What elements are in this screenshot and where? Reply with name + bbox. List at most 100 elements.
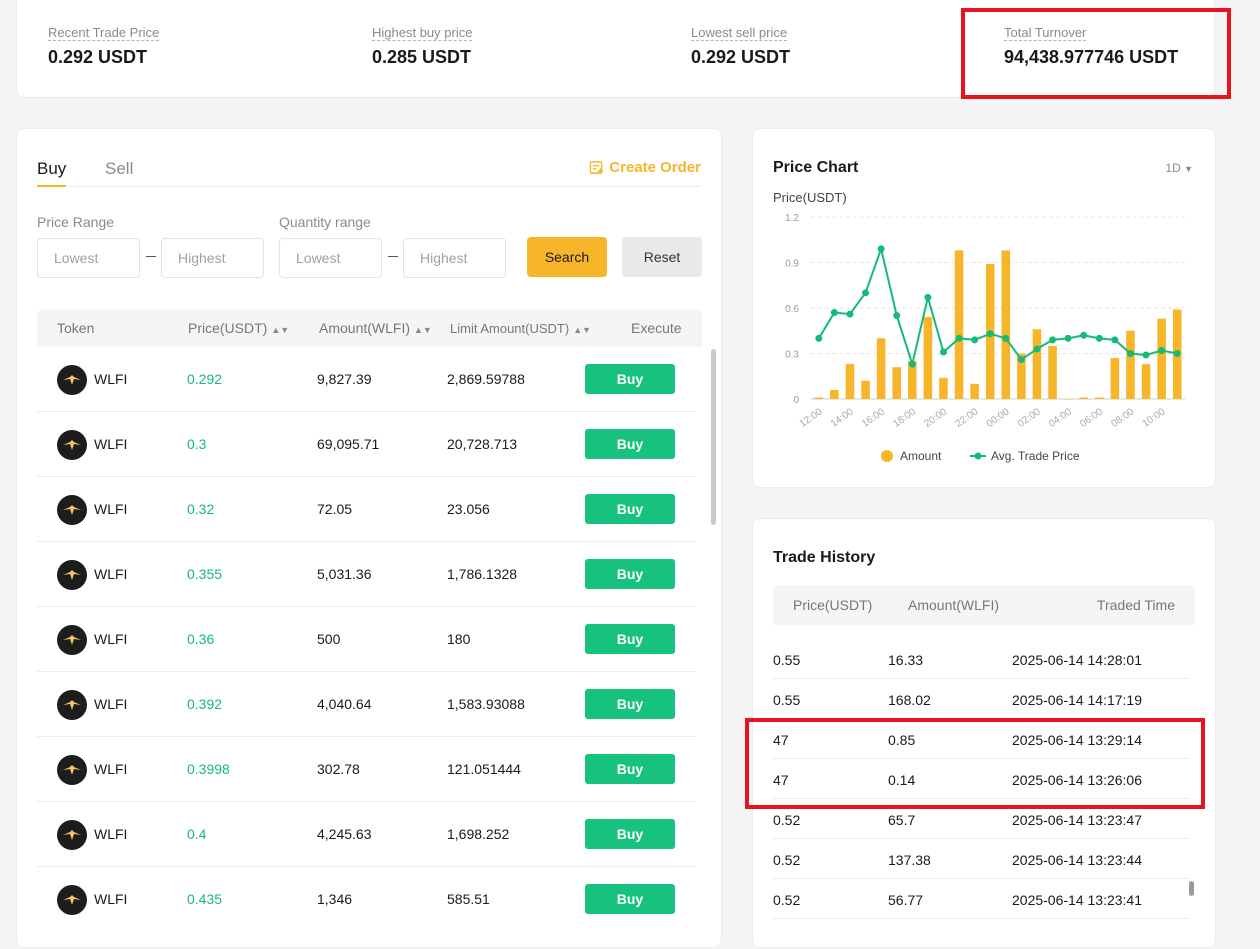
order-amount: 1,346 bbox=[317, 891, 353, 907]
avg-trade-price-point bbox=[986, 330, 994, 338]
amount-bar bbox=[1079, 397, 1088, 399]
amount-bar bbox=[1063, 399, 1073, 400]
market-stats-bar: Recent Trade Price 0.292 USDT Highest bu… bbox=[16, 0, 1215, 98]
orders-table-header: Token Price(USDT) ▲▼ Amount(WLFI) ▲▼ Limit… bbox=[37, 309, 702, 347]
x-tick-label: 12:00 bbox=[798, 406, 825, 430]
x-tick-label: 22:00 bbox=[954, 406, 981, 430]
avg-trade-price-point bbox=[830, 309, 838, 317]
chevron-down-icon: ▼ bbox=[1184, 164, 1193, 174]
order-book-panel: Buy Sell Create Order Price Range Quanti… bbox=[16, 128, 722, 948]
table-row: WLFI 0.392 4,040.64 1,583.93088 Buy bbox=[37, 672, 696, 737]
col-amount-sortable[interactable]: Amount(WLFI) ▲▼ bbox=[319, 320, 432, 336]
history-row: 47 0.85 2025-06-14 13:29:14 bbox=[773, 719, 1189, 759]
tab-buy[interactable]: Buy bbox=[37, 159, 67, 187]
highest-buy-price-label: Highest buy price bbox=[372, 25, 473, 41]
buy-button[interactable]: Buy bbox=[585, 494, 675, 524]
buy-button[interactable]: Buy bbox=[585, 884, 675, 914]
history-time: 2025-06-14 13:26:06 bbox=[1012, 772, 1142, 788]
col-limit-sortable[interactable]: Limit Amount(USDT) ▲▼ bbox=[450, 321, 591, 336]
history-price: 47 bbox=[773, 772, 789, 788]
avg-trade-price-point bbox=[1158, 346, 1166, 354]
avg-trade-price-point bbox=[893, 312, 901, 320]
buy-button[interactable]: Buy bbox=[585, 624, 675, 654]
y-tick-label: 1.2 bbox=[785, 213, 799, 224]
avg-trade-price-point bbox=[1126, 350, 1134, 357]
order-amount: 500 bbox=[317, 631, 341, 647]
table-row: WLFI 0.435 1,346 585.51 Buy bbox=[37, 867, 696, 927]
recent-trade-price-label: Recent Trade Price bbox=[48, 25, 160, 41]
buy-button[interactable]: Buy bbox=[585, 429, 675, 459]
table-row: WLFI 0.4 4,245.63 1,698.252 Buy bbox=[37, 802, 696, 867]
legend-avg-price-label: Avg. Trade Price bbox=[991, 449, 1080, 463]
token-name: WLFI bbox=[94, 566, 128, 582]
history-price: 0.52 bbox=[773, 812, 801, 828]
total-turnover-label: Total Turnover bbox=[1004, 25, 1087, 41]
history-amount: 168.02 bbox=[888, 692, 931, 708]
price-chart-svg: 0 0.3 0.6 0.9 1.2 12:00 14:00 16:00 18:00 20:00 22… bbox=[785, 213, 1185, 463]
chart-range-value: 1D bbox=[1165, 161, 1181, 175]
buy-button[interactable]: Buy bbox=[585, 559, 675, 589]
chart-range-select[interactable]: 1D ▼ bbox=[1165, 161, 1193, 175]
avg-trade-price-point bbox=[1064, 334, 1072, 342]
amount-bar bbox=[861, 380, 870, 399]
search-button[interactable]: Search bbox=[527, 237, 607, 277]
x-tick-label: 20:00 bbox=[922, 406, 949, 430]
history-amount: 137.38 bbox=[888, 852, 931, 868]
reset-button[interactable]: Reset bbox=[622, 237, 702, 277]
amount-bar bbox=[970, 383, 979, 399]
avg-trade-price-point bbox=[1173, 350, 1181, 357]
legend-avg-price-marker bbox=[974, 452, 982, 460]
history-price: 0.52 bbox=[773, 852, 801, 868]
amount-bar bbox=[1110, 358, 1120, 399]
buy-button[interactable]: Buy bbox=[585, 754, 675, 784]
x-tick-label: 16:00 bbox=[860, 406, 887, 430]
history-price: 0.55 bbox=[773, 652, 801, 668]
col-amount-label: Amount(WLFI) bbox=[319, 320, 411, 336]
amount-bar bbox=[876, 338, 886, 399]
wlfi-token-logo bbox=[57, 365, 87, 395]
token-name: WLFI bbox=[94, 761, 128, 777]
wlfi-token-logo bbox=[57, 690, 87, 720]
avg-trade-price-point bbox=[924, 293, 932, 301]
avg-trade-price-point bbox=[1002, 334, 1010, 342]
avg-trade-price-point bbox=[1142, 351, 1150, 359]
buy-button[interactable]: Buy bbox=[585, 364, 675, 394]
tab-sell[interactable]: Sell bbox=[105, 159, 133, 185]
history-row: 0.52 65.7 2025-06-14 13:23:47 bbox=[773, 799, 1189, 839]
order-limit-amount: 1,786.1328 bbox=[447, 566, 518, 582]
history-table-header: Price(USDT) Amount(WLFI) Traded Time bbox=[773, 585, 1195, 625]
history-time: 2025-06-14 13:23:47 bbox=[1012, 812, 1142, 828]
highest-buy-price-value: 0.285 USDT bbox=[372, 47, 472, 67]
wlfi-token-logo bbox=[57, 560, 87, 590]
avg-trade-price-point bbox=[939, 348, 947, 356]
amount-bar bbox=[1126, 330, 1135, 399]
quantity-lowest-input[interactable] bbox=[279, 238, 382, 278]
orders-scrollbar[interactable] bbox=[711, 349, 716, 525]
order-amount: 4,245.63 bbox=[317, 826, 372, 842]
price-highest-input[interactable] bbox=[161, 238, 264, 278]
quantity-range-label: Quantity range bbox=[279, 214, 371, 230]
history-row: 47 0.14 2025-06-14 13:26:06 bbox=[773, 759, 1189, 799]
x-tick-label: 04:00 bbox=[1047, 406, 1074, 430]
quantity-range-dash bbox=[388, 256, 398, 257]
legend-amount-marker bbox=[881, 450, 893, 462]
history-col-time: Traded Time bbox=[1096, 597, 1175, 613]
history-amount: 65.7 bbox=[888, 812, 916, 828]
avg-trade-price-line bbox=[817, 245, 1178, 368]
avg-trade-price-point bbox=[1017, 356, 1025, 364]
history-time: 2025-06-14 14:17:19 bbox=[1012, 692, 1142, 708]
buy-button[interactable]: Buy bbox=[585, 689, 675, 719]
order-price: 0.3998 bbox=[187, 761, 230, 777]
token-name: WLFI bbox=[94, 826, 128, 842]
create-order-button[interactable]: Create Order bbox=[589, 159, 701, 176]
order-amount: 302.78 bbox=[317, 761, 360, 777]
price-lowest-input[interactable] bbox=[37, 238, 140, 278]
buy-button[interactable]: Buy bbox=[585, 819, 675, 849]
col-price-sortable[interactable]: Price(USDT) ▲▼ bbox=[188, 320, 289, 336]
order-price: 0.4 bbox=[187, 826, 207, 842]
history-scrollbar[interactable] bbox=[1189, 881, 1194, 896]
price-range-dash bbox=[146, 256, 156, 257]
highest-buy-price-stat: Highest buy price 0.285 USDT bbox=[372, 24, 473, 68]
lowest-sell-price-stat: Lowest sell price 0.292 USDT bbox=[691, 24, 790, 68]
quantity-highest-input[interactable] bbox=[403, 238, 506, 278]
